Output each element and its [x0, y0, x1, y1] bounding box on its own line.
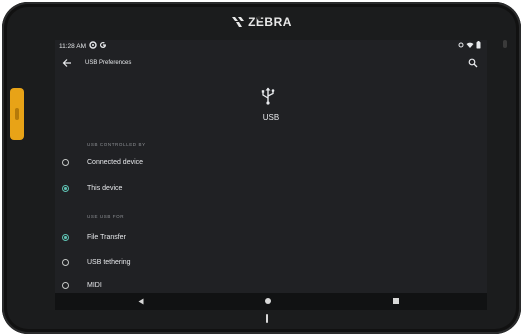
screen: 11:28 AM USB Preferences USB USB CONTROL…: [55, 40, 487, 310]
radio-button-selected[interactable]: [62, 185, 69, 192]
section-label-use-usb-for: USE USB FOR: [87, 214, 125, 219]
wifi-icon: [466, 42, 474, 48]
status-time: 11:28 AM: [59, 43, 86, 50]
location-icon: [458, 42, 464, 48]
option-connected-device[interactable]: Connected device: [55, 156, 487, 172]
nav-home-icon[interactable]: [265, 298, 271, 304]
status-system-icons: [458, 41, 481, 51]
page-title: USB Preferences: [85, 60, 132, 66]
app-bar: USB Preferences: [55, 54, 487, 74]
section-label-usb-controlled-by: USB CONTROLLED BY: [87, 142, 146, 147]
option-label: USB tethering: [87, 259, 131, 266]
option-label: MIDI: [87, 282, 102, 289]
brand-name: ZEBRA: [248, 15, 292, 29]
search-icon[interactable]: [468, 58, 478, 68]
usb-icon: [261, 87, 275, 105]
nav-recents-icon[interactable]: [393, 298, 399, 304]
radio-button[interactable]: [62, 259, 69, 266]
tablet-device: ZEBRA 11:28 AM USB Preferences USB USB C…: [2, 2, 521, 334]
zebra-logo-icon: [232, 17, 245, 27]
settings-notification-icon: [89, 41, 97, 49]
status-notification-icons: [89, 41, 107, 51]
battery-icon: [476, 41, 481, 49]
navigation-bar: [55, 293, 487, 310]
option-this-device[interactable]: This device: [55, 182, 487, 198]
radio-button-selected[interactable]: [62, 234, 69, 241]
sensor-window: [503, 40, 507, 48]
option-label: Connected device: [87, 159, 144, 166]
radio-button[interactable]: [62, 282, 69, 289]
usb-header-title: USB: [262, 113, 280, 122]
nav-back-icon[interactable]: [138, 298, 144, 305]
option-file-transfer[interactable]: File Transfer: [55, 231, 487, 247]
radio-button[interactable]: [62, 159, 69, 166]
status-bar: 11:28 AM: [55, 40, 487, 54]
bottom-indicator: [266, 314, 268, 323]
side-scan-button[interactable]: [10, 88, 24, 140]
back-arrow-icon[interactable]: [62, 58, 72, 68]
google-notification-icon: [99, 42, 106, 48]
option-usb-tethering[interactable]: USB tethering: [55, 256, 487, 272]
option-label: File Transfer: [87, 234, 126, 241]
brand-logo: ZEBRA: [2, 15, 521, 29]
option-label: This device: [87, 185, 123, 192]
front-camera: [257, 16, 261, 20]
